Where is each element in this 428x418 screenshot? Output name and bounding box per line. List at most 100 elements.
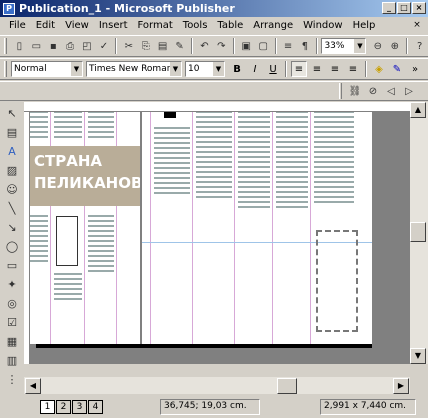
font-size-select[interactable]: 10 ▼: [185, 61, 225, 77]
send-backward-icon[interactable]: ▢: [256, 38, 271, 54]
arrow-icon[interactable]: ↘: [4, 219, 20, 235]
pointer-icon[interactable]: ↖: [4, 105, 20, 121]
autoshapes-icon[interactable]: ✦: [4, 276, 20, 292]
page-right[interactable]: [142, 112, 372, 344]
horizontal-ruler[interactable]: [24, 102, 410, 112]
form-control-icon[interactable]: ☑: [4, 314, 20, 330]
maximize-button[interactable]: □: [397, 2, 411, 14]
italic-button[interactable]: I: [247, 61, 263, 77]
page-left[interactable]: СТРАНА ПЕЛИКАНОВ: [30, 112, 140, 344]
text-box-icon[interactable]: ▤: [4, 124, 20, 140]
next-frame-icon[interactable]: ▷: [401, 83, 417, 99]
page-navigator-2[interactable]: 2: [56, 400, 71, 414]
html-fragment-icon[interactable]: ▦: [4, 333, 20, 349]
menu-tools[interactable]: Tools: [178, 20, 213, 31]
text-column[interactable]: [54, 112, 82, 141]
black-bar-image[interactable]: [164, 112, 176, 118]
previous-frame-icon[interactable]: ◁: [383, 83, 399, 99]
chevron-down-icon[interactable]: ▼: [71, 62, 82, 76]
rectangle-icon[interactable]: ▭: [4, 257, 20, 273]
font-select[interactable]: Times New Roman ▼: [86, 61, 182, 77]
scroll-right-icon[interactable]: ▶: [393, 377, 409, 394]
help-icon[interactable]: ?: [412, 38, 427, 54]
scroll-down-icon[interactable]: ▼: [410, 348, 426, 364]
redo-icon[interactable]: ↷: [214, 38, 229, 54]
hot-spot-icon[interactable]: ◎: [4, 295, 20, 311]
text-column[interactable]: [30, 112, 48, 141]
copy-icon[interactable]: ⎘: [138, 38, 153, 54]
more-buttons-icon[interactable]: »: [407, 61, 423, 77]
menu-table[interactable]: Table: [212, 20, 248, 31]
horizontal-scroll-track[interactable]: [42, 377, 392, 394]
print-preview-icon[interactable]: ◰: [80, 38, 95, 54]
toolbar-grip[interactable]: [339, 83, 342, 99]
paste-icon[interactable]: ▤: [155, 38, 170, 54]
style-select[interactable]: Normal ▼: [11, 61, 83, 77]
open-icon[interactable]: ▭: [29, 38, 44, 54]
print-icon[interactable]: ⎙: [63, 38, 78, 54]
minimize-button[interactable]: _: [382, 2, 396, 14]
columns-icon[interactable]: ≡: [281, 38, 296, 54]
chevron-down-icon[interactable]: ▼: [170, 62, 181, 76]
align-right-icon[interactable]: ≡: [327, 61, 343, 77]
format-painter-icon[interactable]: ✎: [172, 38, 187, 54]
break-link-icon[interactable]: ⊘: [365, 83, 381, 99]
text-column[interactable]: [88, 112, 114, 141]
scroll-left-icon[interactable]: ◀: [25, 377, 41, 394]
zoom-in-icon[interactable]: ⊕: [387, 38, 402, 54]
zoom-select[interactable]: 33% ▼: [321, 38, 367, 54]
vertical-scrollbar[interactable]: ▲ ▼: [410, 102, 428, 364]
menu-format[interactable]: Format: [133, 20, 178, 31]
vertical-scroll-thumb[interactable]: [410, 222, 426, 242]
align-left-icon[interactable]: ≡: [291, 61, 307, 77]
line-color-icon[interactable]: ✎: [389, 61, 405, 77]
menu-insert[interactable]: Insert: [94, 20, 133, 31]
special-characters-icon[interactable]: ¶: [298, 38, 313, 54]
selected-text-frame[interactable]: [316, 230, 358, 332]
menu-window[interactable]: Window: [298, 20, 347, 31]
publisher-icon[interactable]: P: [3, 2, 15, 15]
chevron-down-icon[interactable]: ▼: [354, 39, 366, 53]
menu-arrange[interactable]: Arrange: [248, 20, 298, 31]
page-navigator-1[interactable]: 1: [40, 400, 55, 414]
chevron-down-icon[interactable]: ▼: [213, 62, 224, 76]
underline-button[interactable]: U: [265, 61, 281, 77]
bold-button[interactable]: B: [229, 61, 245, 77]
toolbar-grip[interactable]: [4, 38, 7, 54]
close-button[interactable]: ×: [412, 2, 426, 14]
oval-icon[interactable]: ◯: [4, 238, 20, 254]
zoom-out-icon[interactable]: ⊖: [370, 38, 385, 54]
align-center-icon[interactable]: ≡: [309, 61, 325, 77]
document-close-icon[interactable]: ×: [410, 19, 424, 31]
menu-help[interactable]: Help: [348, 20, 381, 31]
text-column[interactable]: [30, 212, 48, 265]
text-column[interactable]: [196, 112, 232, 201]
picture-frame-icon[interactable]: ▨: [4, 162, 20, 178]
line-icon[interactable]: ╲: [4, 200, 20, 216]
menu-file[interactable]: File: [4, 20, 31, 31]
scroll-up-icon[interactable]: ▲: [410, 102, 426, 118]
text-column[interactable]: [154, 124, 190, 197]
create-text-link-icon[interactable]: ⛓: [347, 83, 363, 99]
text-column[interactable]: [276, 112, 308, 211]
fill-color-icon[interactable]: ◈: [371, 61, 387, 77]
page-navigator-3[interactable]: 3: [72, 400, 87, 414]
menu-edit[interactable]: Edit: [31, 20, 60, 31]
bring-forward-icon[interactable]: ▣: [239, 38, 254, 54]
horizontal-scrollbar[interactable]: ◀ ▶: [24, 377, 410, 394]
text-column[interactable]: [54, 270, 82, 303]
banner-image[interactable]: СТРАНА ПЕЛИКАНОВ: [30, 146, 140, 206]
publication-canvas[interactable]: СТРАНА ПЕЛИКАНОВ: [30, 112, 410, 364]
save-icon[interactable]: ▪: [46, 38, 61, 54]
page-navigator-4[interactable]: 4: [88, 400, 103, 414]
cut-icon[interactable]: ✂: [121, 38, 136, 54]
text-column[interactable]: [238, 112, 270, 211]
text-column[interactable]: [88, 212, 114, 275]
menu-view[interactable]: View: [60, 20, 94, 31]
wordart-icon[interactable]: A: [4, 143, 20, 159]
new-icon[interactable]: ▯: [12, 38, 27, 54]
text-column[interactable]: [314, 112, 354, 206]
picture-frame[interactable]: [56, 216, 78, 266]
undo-icon[interactable]: ↶: [197, 38, 212, 54]
more-objects-icon[interactable]: ⋮: [4, 371, 20, 387]
